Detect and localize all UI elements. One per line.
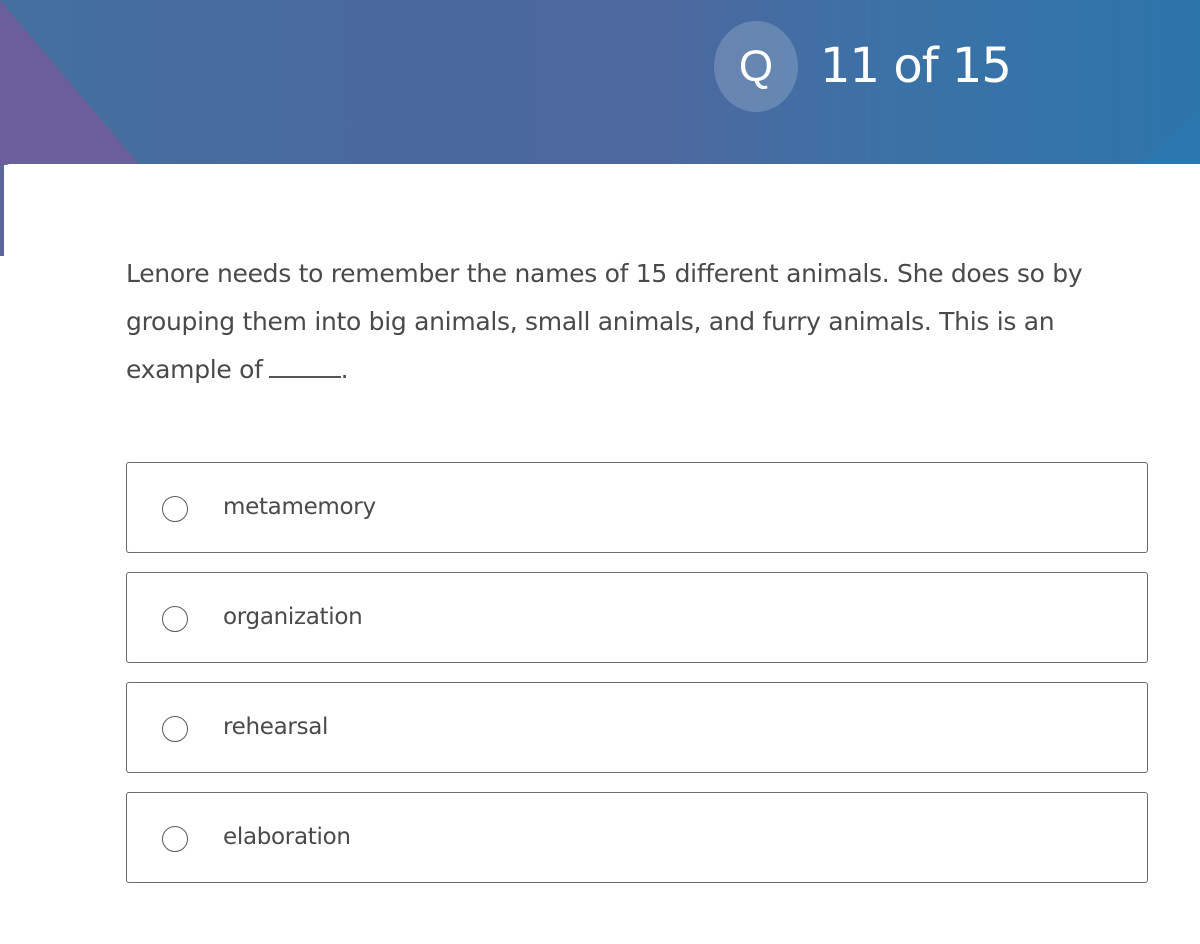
radio-button-icon[interactable] [162, 826, 188, 852]
option-label: elaboration [223, 824, 351, 850]
answer-option-rehearsal[interactable]: rehearsal [126, 682, 1148, 773]
radio-button-icon[interactable] [162, 496, 188, 522]
question-trailing: . [340, 355, 349, 384]
radio-button-icon[interactable] [162, 606, 188, 632]
answer-blank [268, 356, 341, 378]
radio-button-icon[interactable] [162, 716, 188, 742]
decorative-triangle [1140, 110, 1200, 165]
option-label: metamemory [223, 494, 376, 520]
quiz-header: Q 11 of 15 [0, 0, 1200, 165]
question-badge-icon: Q [714, 21, 798, 112]
question-text-block: Lenore needs to remember the names of 15… [126, 250, 1136, 394]
option-label: organization [223, 604, 363, 630]
option-label: rehearsal [223, 714, 329, 740]
answer-option-organization[interactable]: organization [126, 572, 1148, 663]
decorative-triangle [0, 0, 140, 165]
answer-option-elaboration[interactable]: elaboration [126, 792, 1148, 883]
answer-option-metamemory[interactable]: metamemory [126, 462, 1148, 553]
question-progress: 11 of 15 [820, 38, 1012, 94]
